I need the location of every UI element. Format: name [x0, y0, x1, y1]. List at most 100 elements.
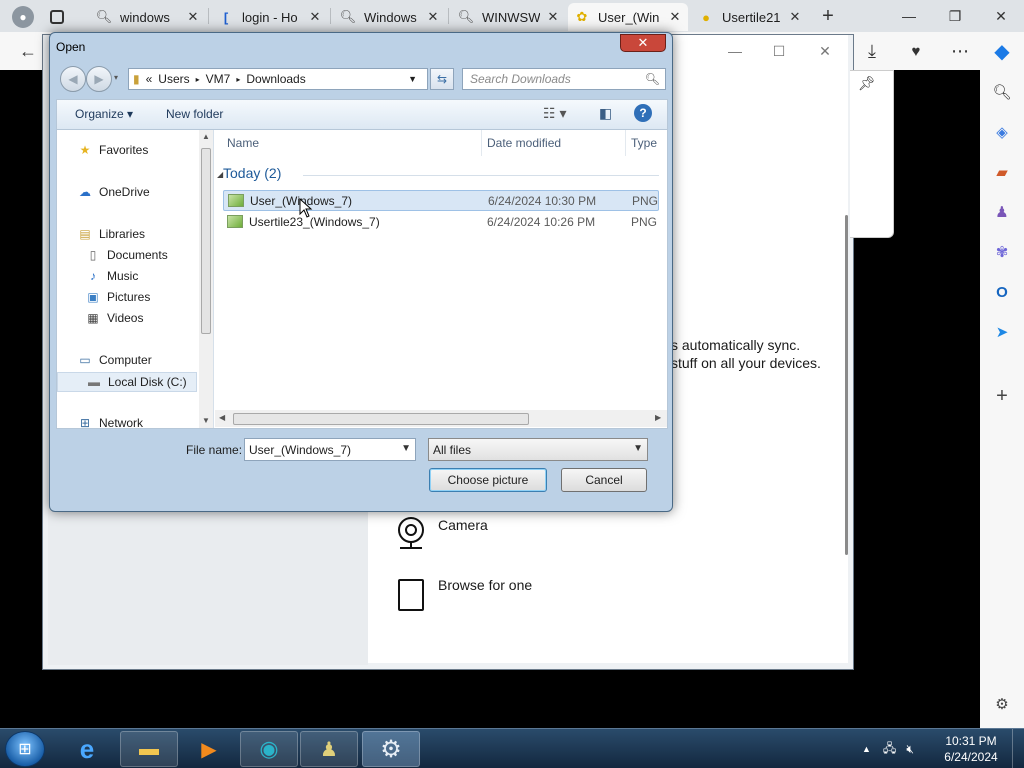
taskbar-ie[interactable]: e [58, 731, 116, 767]
camera-icon[interactable] [396, 517, 426, 551]
close-icon[interactable]: ✕ [426, 9, 440, 25]
recent-locations-icon[interactable]: ▾ [114, 73, 118, 82]
choose-picture-button[interactable]: Choose picture [429, 468, 547, 492]
tab-usertile21[interactable]: ● Usertile21 ✕ [692, 3, 808, 31]
close-icon[interactable]: ✕ [186, 9, 200, 25]
back-nav-button[interactable]: ◀ [60, 66, 86, 92]
volume-muted-icon[interactable]: 🔇︎ [906, 742, 914, 757]
breadcrumb-downloads[interactable]: Downloads [246, 72, 305, 86]
scroll-left-icon[interactable]: ◀ [219, 413, 225, 422]
tab-login[interactable]: [ login - Ho ✕ [212, 3, 328, 31]
breadcrumb-users[interactable]: Users [158, 72, 189, 86]
sidebar-settings-button[interactable]: ⚙ [990, 692, 1014, 716]
taskbar-media-player[interactable]: ▶ [180, 731, 238, 767]
breadcrumb-overflow[interactable]: « [146, 72, 153, 86]
close-window-button[interactable]: ✕ [978, 0, 1024, 32]
column-date-modified[interactable]: Date modified [487, 136, 561, 150]
nav-scroll-thumb[interactable] [201, 148, 211, 334]
profile-avatar[interactable]: ● [6, 3, 40, 31]
nav-local-disk[interactable]: ▬ Local Disk (C:) [57, 372, 197, 392]
copilot-button[interactable]: ◆ [986, 35, 1018, 67]
help-icon[interactable]: ? [634, 104, 652, 122]
browse-option[interactable]: Browse for one [438, 577, 532, 593]
settings-minimize-button[interactable]: — [717, 39, 753, 63]
settings-maximize-button[interactable]: ☐ [761, 39, 797, 63]
start-button[interactable]: ⊞ [5, 731, 45, 767]
minimize-button[interactable]: — [886, 0, 932, 32]
nav-favorites[interactable]: ★ Favorites [77, 142, 149, 158]
back-button[interactable]: ← [12, 35, 44, 67]
new-folder-button[interactable]: New folder [166, 107, 223, 121]
nav-network[interactable]: ⊞ Network [77, 415, 143, 431]
file-type-select[interactable]: All files ▼ [428, 438, 648, 461]
sidebar-shopping-button[interactable]: ◈ [990, 120, 1014, 144]
dialog-close-button[interactable]: ✕ [620, 34, 666, 52]
scroll-up-icon[interactable]: ▲ [202, 132, 210, 141]
settings-close-button[interactable]: ✕ [807, 39, 843, 63]
show-desktop-button[interactable] [1012, 729, 1024, 768]
search-icon[interactable]: 🔍︎ [645, 72, 660, 86]
file-name-input[interactable]: User_(Windows_7) ▼ [244, 438, 416, 461]
taskbar-users[interactable]: ♟ [300, 731, 358, 767]
group-header-today[interactable]: Today (2) [223, 165, 281, 181]
horizontal-scrollbar[interactable]: ◀ ▶ [215, 410, 667, 427]
horizontal-scroll-thumb[interactable] [233, 413, 529, 425]
sidebar-tools-button[interactable]: ▰ [990, 160, 1014, 184]
file-icon[interactable] [398, 579, 424, 611]
nav-pictures[interactable]: ▣ Pictures [85, 289, 150, 305]
close-icon[interactable]: ✕ [308, 9, 322, 25]
nav-videos[interactable]: ▦ Videos [85, 310, 143, 326]
nav-documents[interactable]: ▯ Documents [85, 247, 168, 263]
column-name[interactable]: Name [227, 136, 259, 150]
search-input[interactable]: Search Downloads 🔍︎ [462, 68, 666, 90]
preview-pane-icon[interactable]: ◧ [599, 105, 612, 122]
sidebar-people-button[interactable]: ♟ [990, 200, 1014, 224]
sidebar-search-button[interactable]: 🔍︎ [990, 80, 1014, 104]
restore-button[interactable]: ❐ [932, 0, 978, 32]
nav-scrollbar[interactable]: ▲ ▼ [199, 130, 213, 428]
close-icon[interactable]: ✕ [788, 9, 802, 25]
tab-user-windows[interactable]: ✿ User_(Win ✕ [568, 3, 688, 31]
close-icon[interactable]: ✕ [546, 9, 560, 25]
scroll-right-icon[interactable]: ▶ [655, 413, 661, 422]
scroll-down-icon[interactable]: ▼ [202, 416, 210, 425]
show-hidden-icons-icon[interactable]: ▲ [862, 744, 871, 754]
browser-essentials-button[interactable]: ♥ [900, 35, 932, 67]
file-row-user-windows-7[interactable]: User_(Windows_7) 6/24/2024 10:30 PM PNG [223, 190, 659, 211]
organize-button[interactable]: Organize ▾ [75, 107, 133, 121]
breadcrumb-vm7[interactable]: VM7 [206, 72, 231, 86]
column-type[interactable]: Type [631, 136, 657, 150]
forward-nav-button[interactable]: ▶ [86, 66, 112, 92]
nav-computer[interactable]: ▭ Computer [77, 352, 151, 368]
close-icon[interactable]: ✕ [668, 9, 682, 25]
tab-windows[interactable]: 🔍︎ windows ✕ [90, 3, 206, 31]
chevron-down-icon[interactable]: ▼ [408, 74, 417, 84]
address-bar[interactable]: ▮ « Users ▸ VM7 ▸ Downloads ▼ [128, 68, 428, 90]
tab-winwsw[interactable]: 🔍︎ WINWSW ✕ [452, 3, 566, 31]
sidebar-office-button[interactable]: ✾ [990, 240, 1014, 264]
tab-actions-button[interactable] [44, 3, 78, 31]
sidebar-send-button[interactable]: ➤ [990, 320, 1014, 344]
cancel-button[interactable]: Cancel [561, 468, 647, 492]
more-menu-button[interactable]: ⋯ [944, 35, 976, 67]
view-options-icon[interactable]: ☷ ▾ [543, 105, 566, 122]
new-tab-button[interactable]: + [810, 0, 846, 32]
nav-libraries[interactable]: ▤ Libraries [77, 226, 145, 242]
file-row-usertile23-windows-7[interactable]: Usertile23_(Windows_7) 6/24/2024 10:26 P… [223, 211, 659, 232]
tab-windows-2[interactable]: 🔍︎ Windows ✕ [334, 3, 446, 31]
nav-onedrive[interactable]: ☁ OneDrive [77, 184, 150, 200]
network-icon[interactable]: 🖧︎ [883, 739, 896, 760]
taskbar-settings[interactable]: ⚙ [362, 731, 420, 767]
camera-option[interactable]: Camera [438, 517, 488, 533]
downloads-button[interactable]: ⤓ [856, 35, 888, 67]
settings-scrollbar[interactable] [845, 215, 848, 555]
taskbar-edge[interactable]: ◉ [240, 731, 298, 767]
nav-music[interactable]: ♪ Music [85, 268, 138, 284]
sidebar-add-button[interactable]: + [990, 384, 1014, 408]
clock[interactable]: 10:31 PM 6/24/2024 [936, 733, 1006, 765]
chevron-down-icon[interactable]: ▼ [401, 443, 411, 454]
taskbar-explorer[interactable]: ▬ [120, 731, 178, 767]
refresh-button[interactable]: ⇆ [430, 68, 454, 90]
sidebar-outlook-button[interactable]: O [990, 280, 1014, 304]
pin-icon[interactable]: 📌︎ [858, 75, 876, 92]
